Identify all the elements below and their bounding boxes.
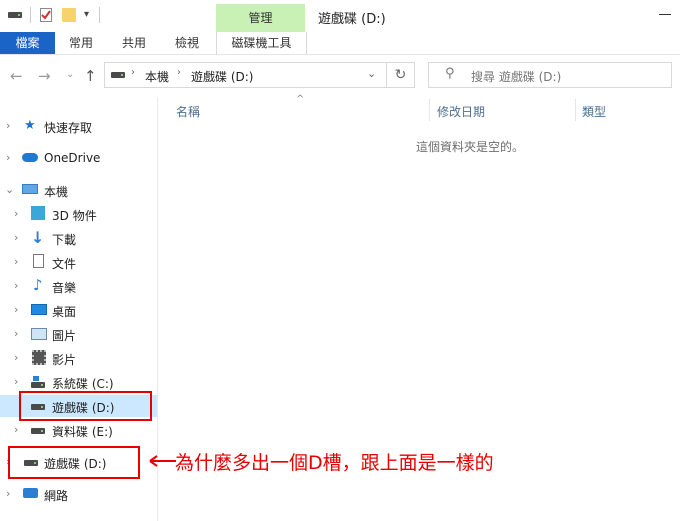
- expand-chevron-icon[interactable]: ›: [14, 303, 18, 316]
- refresh-button[interactable]: ↻: [387, 62, 415, 88]
- cube-icon: [31, 206, 45, 220]
- nav-quick-access[interactable]: › ★ 快速存取: [0, 115, 157, 137]
- breadcrumb-this-pc[interactable]: 本機: [145, 68, 169, 85]
- column-divider[interactable]: [575, 99, 576, 121]
- nav-label: 3D 物件: [52, 209, 97, 223]
- search-placeholder: 搜尋 遊戲碟 (D:): [471, 70, 562, 84]
- music-note-icon: ♪: [33, 276, 43, 294]
- expand-chevron-icon[interactable]: ›: [14, 423, 18, 436]
- nav-downloads[interactable]: › ↓ 下載: [0, 227, 157, 249]
- breadcrumb-separator-icon: ›: [131, 67, 135, 78]
- nav-pictures[interactable]: › 圖片: [0, 323, 157, 345]
- film-icon: [32, 350, 46, 365]
- nav-label: 桌面: [52, 305, 77, 319]
- search-icon: ⚲: [445, 66, 455, 81]
- expand-chevron-icon[interactable]: ›: [14, 255, 18, 268]
- recent-locations-chevron-icon[interactable]: ⌄: [66, 69, 74, 80]
- nav-onedrive[interactable]: › OneDrive: [0, 147, 157, 169]
- tab-view[interactable]: 檢視: [169, 32, 205, 54]
- tab-drive-tools[interactable]: 磁碟機工具: [216, 32, 307, 54]
- search-box[interactable]: ⚲ 搜尋 遊戲碟 (D:): [428, 62, 672, 88]
- nav-label: OneDrive: [44, 151, 101, 165]
- nav-music[interactable]: › ♪ 音樂: [0, 275, 157, 297]
- nav-label: 下載: [52, 233, 77, 247]
- nav-this-pc[interactable]: ⌄ 本機: [0, 179, 157, 201]
- nav-label: 本機: [44, 185, 69, 199]
- tab-share[interactable]: 共用: [116, 32, 152, 54]
- nav-label: 影片: [52, 353, 77, 367]
- nav-videos[interactable]: › 影片: [0, 347, 157, 369]
- title-bar: ▾ 管理 遊戲碟 (D:): [0, 0, 680, 32]
- highlight-box-drive-d: [19, 391, 152, 421]
- tab-home[interactable]: 常用: [63, 32, 99, 54]
- expand-chevron-icon[interactable]: ›: [6, 119, 10, 132]
- navigation-bar: ← → ⌄ ↑ › 本機 › 遊戲碟 (D:) ⌄ ↻ ⚲ 搜尋 遊戲碟 (D:…: [0, 55, 680, 97]
- nav-label: 文件: [52, 257, 77, 271]
- empty-folder-message: 這個資料夾是空的。: [416, 140, 525, 154]
- forward-arrow-icon[interactable]: →: [38, 67, 51, 85]
- expand-chevron-icon[interactable]: ›: [14, 231, 18, 244]
- document-icon: [33, 254, 44, 268]
- address-bar[interactable]: › 本機 › 遊戲碟 (D:) ⌄: [104, 62, 387, 88]
- new-folder-icon[interactable]: [62, 8, 76, 22]
- expand-chevron-icon[interactable]: ›: [6, 151, 10, 164]
- sort-indicator-icon: ^: [296, 94, 305, 105]
- nav-label: 資料碟 (E:): [52, 425, 113, 439]
- computer-icon: [22, 184, 38, 194]
- manage-context-tab[interactable]: 管理: [216, 4, 305, 32]
- separator: [99, 7, 100, 23]
- nav-documents[interactable]: › 文件: [0, 251, 157, 273]
- nav-label: 快速存取: [44, 121, 93, 135]
- properties-icon[interactable]: [40, 8, 52, 22]
- nav-label: 系統碟 (C:): [52, 377, 114, 391]
- annotation-arrow-icon: [149, 455, 176, 467]
- ribbon-tabs: 檔案 常用 共用 檢視 磁碟機工具: [0, 32, 680, 55]
- expand-chevron-icon[interactable]: ›: [14, 327, 18, 340]
- nav-network[interactable]: › 網路: [0, 483, 157, 505]
- address-dropdown-chevron-icon[interactable]: ⌄: [367, 67, 376, 80]
- window-title: 遊戲碟 (D:): [318, 12, 386, 27]
- picture-icon: [31, 328, 47, 340]
- nav-label: 音樂: [52, 281, 77, 295]
- annotation-text: 為什麼多出一個D槽，跟上面是一樣的: [175, 452, 494, 474]
- column-divider[interactable]: [429, 99, 430, 121]
- separator: [30, 7, 31, 23]
- network-icon: [23, 488, 38, 498]
- nav-label: 圖片: [52, 329, 77, 343]
- nav-drive-c[interactable]: › 系統碟 (C:): [0, 371, 157, 393]
- nav-desktop[interactable]: › 桌面: [0, 299, 157, 321]
- column-header-type[interactable]: 類型: [582, 103, 606, 120]
- expand-chevron-icon[interactable]: ›: [14, 351, 18, 364]
- tab-file[interactable]: 檔案: [0, 32, 55, 54]
- back-arrow-icon[interactable]: ←: [10, 67, 23, 85]
- nav-3d-objects[interactable]: › 3D 物件: [0, 203, 157, 225]
- expand-chevron-icon[interactable]: ›: [14, 207, 18, 220]
- download-arrow-icon: ↓: [31, 228, 45, 247]
- up-arrow-icon[interactable]: ↑: [84, 67, 97, 85]
- column-header-date-modified[interactable]: 修改日期: [437, 103, 485, 120]
- expand-chevron-icon[interactable]: ›: [14, 375, 18, 388]
- expand-chevron-icon[interactable]: ›: [14, 279, 18, 292]
- breadcrumb-current-drive[interactable]: 遊戲碟 (D:): [191, 68, 253, 85]
- breadcrumb-separator-icon: ›: [177, 67, 181, 78]
- refresh-icon: ↻: [394, 67, 407, 83]
- highlight-box-duplicate-drive-d: [8, 446, 140, 479]
- expand-chevron-icon[interactable]: ›: [6, 487, 10, 500]
- nav-label: 網路: [44, 489, 69, 503]
- star-icon: ★: [24, 118, 36, 133]
- column-header-name[interactable]: 名稱: [176, 103, 200, 120]
- collapse-chevron-icon[interactable]: ⌄: [5, 183, 14, 196]
- desktop-icon: [31, 304, 47, 315]
- minimize-button[interactable]: [659, 14, 671, 15]
- cloud-icon: [22, 153, 38, 162]
- nav-drive-e[interactable]: › 資料碟 (E:): [0, 419, 157, 441]
- customize-dropdown-icon[interactable]: ▾: [84, 9, 89, 23]
